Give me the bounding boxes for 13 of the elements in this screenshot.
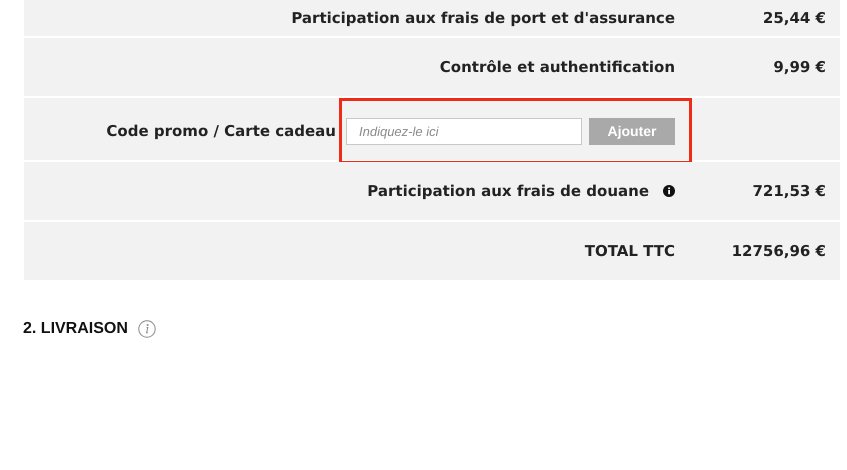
total-label: TOTAL TTC (584, 242, 675, 260)
fee-label: Participation aux frais de douane (367, 182, 649, 200)
add-button[interactable]: Ajouter (589, 118, 675, 144)
fee-amount: 721,53 € (752, 182, 826, 200)
promo-label: Code promo / Carte cadeau (106, 122, 336, 140)
fee-amount: 25,44 € (762, 9, 826, 27)
section-title: 2. LIVRAISON (23, 320, 128, 338)
promo-code-field[interactable]: Indiquez-le ici (346, 118, 582, 144)
fee-label: Participation aux frais de port et d'assurance (291, 9, 675, 27)
fee-amount: 9,99 € (773, 58, 826, 76)
fee-label: Contrôle et authentification (440, 58, 675, 76)
info-icon[interactable] (663, 185, 675, 197)
total-amount: 12756,96 € (732, 242, 826, 260)
